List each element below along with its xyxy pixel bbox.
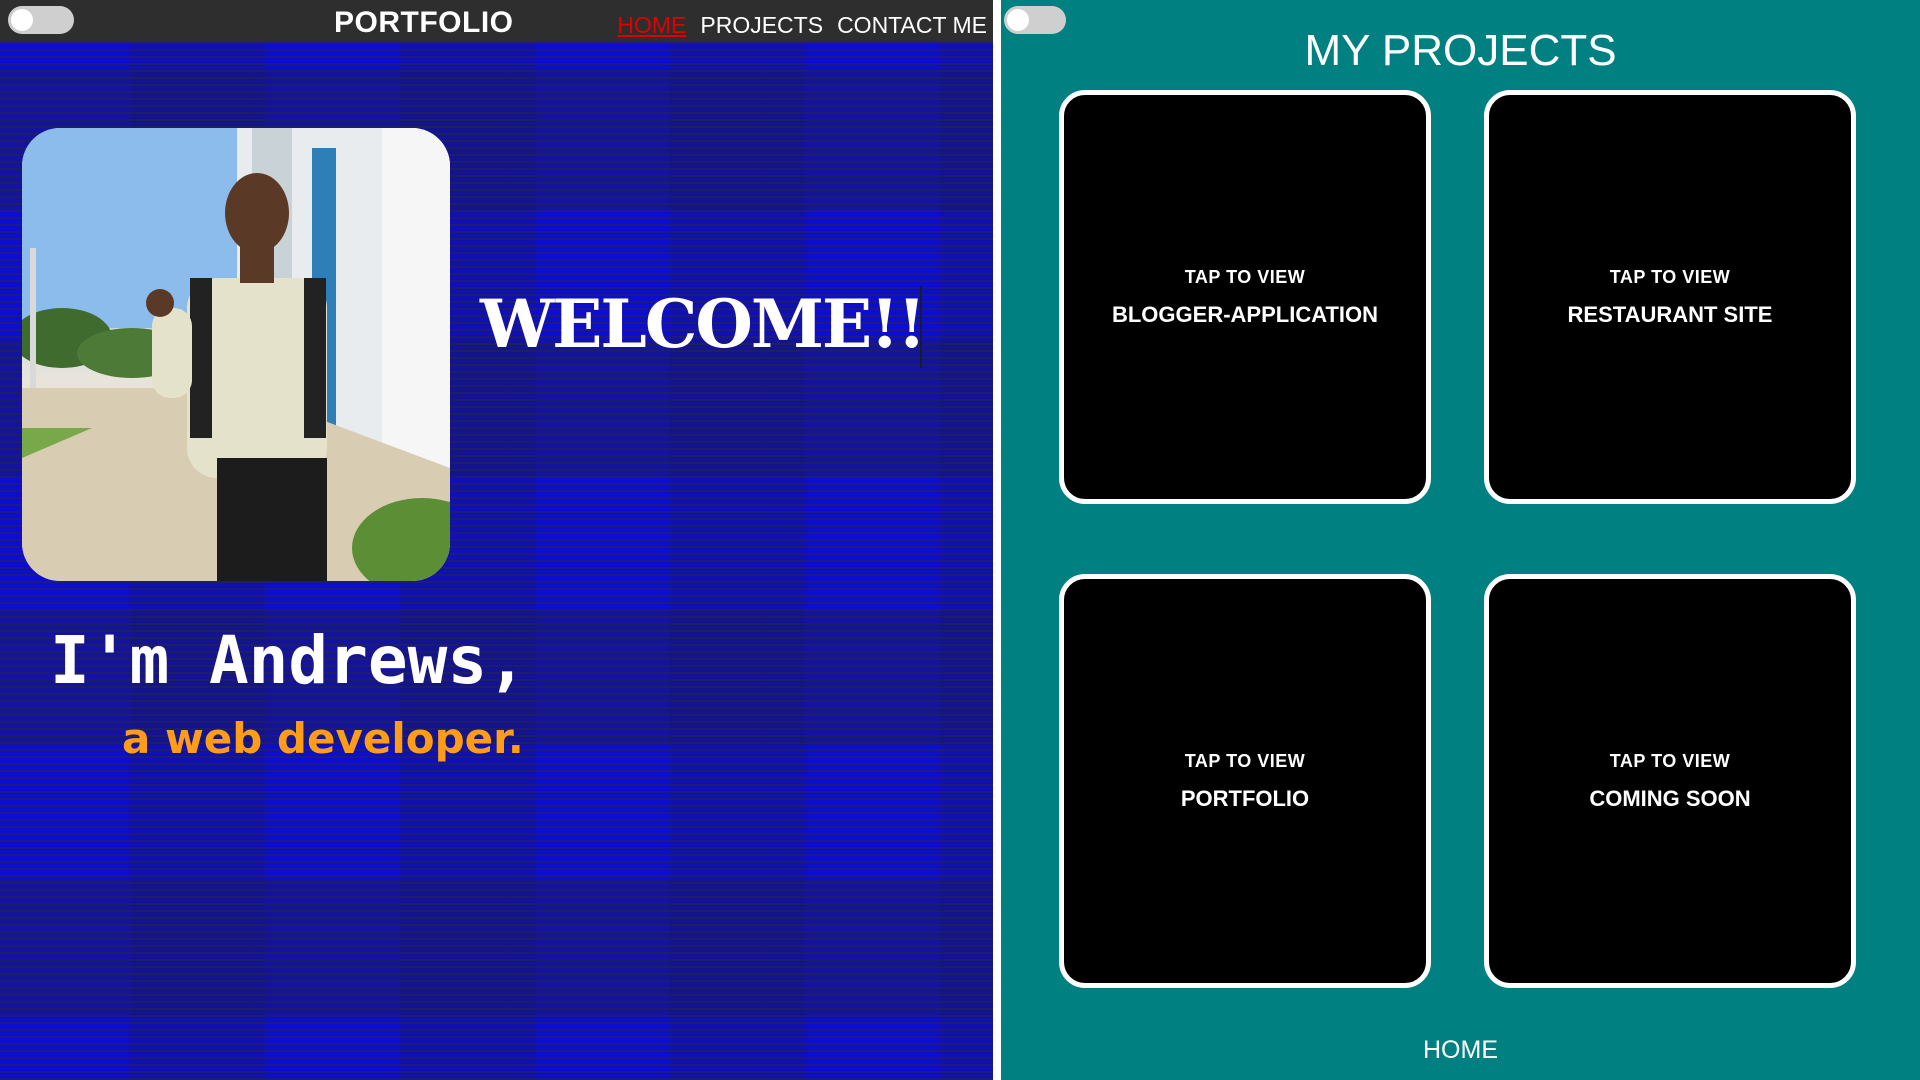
navbar: PORTFOLIO HOME PROJECTS CONTACT ME [0, 0, 993, 42]
nav-contact-link[interactable]: CONTACT ME [837, 12, 987, 39]
welcome-heading: WELCOME!! [480, 285, 926, 363]
intro-role: a web developer. [122, 714, 524, 763]
card-project-name: RESTAURANT SITE [1567, 302, 1773, 327]
project-card-portfolio[interactable]: TAP TO VIEW PORTFOLIO [1059, 574, 1431, 988]
card-tap-label: TAP TO VIEW [1609, 751, 1731, 771]
nav-home-link[interactable]: HOME [617, 12, 686, 39]
brand-title: PORTFOLIO [334, 6, 514, 39]
intro-name: I'm Andrews, [50, 622, 527, 699]
panel-divider [993, 0, 1001, 1080]
theme-toggle-switch-icon[interactable] [8, 6, 74, 34]
toggle-knob [11, 9, 33, 31]
card-project-name: BLOGGER-APPLICATION [1111, 302, 1379, 327]
card-project-name: COMING SOON [1589, 786, 1751, 811]
home-link[interactable]: HOME [1001, 1036, 1920, 1065]
typing-caret [920, 286, 922, 368]
card-project-name: PORTFOLIO [1180, 786, 1310, 811]
home-page-panel: PORTFOLIO HOME PROJECTS CONTACT ME WELCO… [0, 0, 993, 1080]
card-tap-label: TAP TO VIEW [1184, 751, 1306, 771]
card-tap-label: TAP TO VIEW [1184, 267, 1306, 287]
project-card-blogger[interactable]: TAP TO VIEW BLOGGER-APPLICATION [1059, 90, 1431, 504]
profile-photo-illustration [22, 128, 450, 581]
profile-photo [22, 128, 450, 581]
projects-title: MY PROJECTS [1304, 26, 1617, 75]
project-card-restaurant[interactable]: TAP TO VIEW RESTAURANT SITE [1484, 90, 1856, 504]
projects-page-panel: MY PROJECTS TAP TO VIEW BLOGGER-APPLICAT… [1001, 0, 1920, 1080]
project-card-coming-soon[interactable]: TAP TO VIEW COMING SOON [1484, 574, 1856, 988]
nav-projects-link[interactable]: PROJECTS [700, 12, 823, 39]
card-tap-label: TAP TO VIEW [1609, 267, 1731, 287]
nav-links: HOME PROJECTS CONTACT ME [617, 12, 987, 39]
